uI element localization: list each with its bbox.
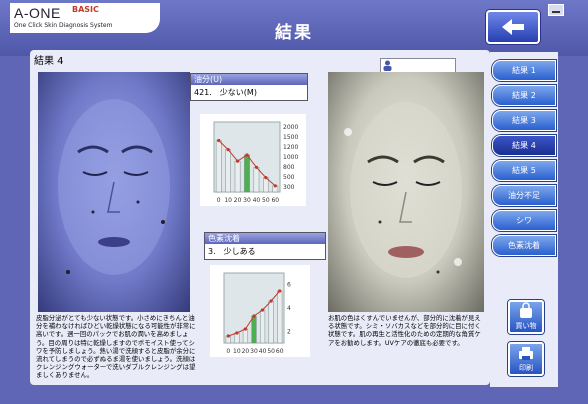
pigment-point [278, 289, 282, 293]
oil-x-tick: 0 [217, 197, 221, 204]
sidebar-item-8[interactable]: 色素沈着 [492, 235, 556, 256]
print-button[interactable]: 印刷 [508, 342, 544, 376]
pigment-y-tick: 6 [287, 282, 291, 289]
pigment-point [252, 314, 256, 318]
oil-point [226, 147, 230, 152]
oil-bar [234, 160, 241, 193]
pigment-point [269, 299, 273, 303]
oil-x-tick: 30 [243, 197, 251, 204]
minimize-button[interactable] [548, 4, 564, 16]
oil-bar [253, 167, 260, 193]
oil-description: 皮脂分泌がとても少ない状態です。小さめにきちんと油分を補わなければひどい乾燥状態… [36, 314, 196, 380]
pigment-chart: 0 10 20 30 40 50 60 2 4 6 [210, 265, 310, 357]
sidebar-item-7[interactable]: シワ [492, 210, 556, 231]
pigment-point [235, 331, 239, 335]
oil-x-tick: 20 [234, 197, 242, 204]
pigment-bar [259, 309, 266, 344]
arrow-left-icon [502, 19, 524, 35]
oil-header: 油分(U) [191, 74, 307, 85]
oil-chart-svg: 0 10 20 30 40 50 60 300 500 800 1000 1200 1500 2000 [213, 121, 298, 204]
pigment-x-tick: 50 [267, 348, 275, 355]
oil-y-tick: 800 [283, 164, 295, 171]
oil-point [264, 175, 268, 180]
pigment-x-tick: 60 [276, 348, 284, 355]
skin-image-uv [38, 72, 190, 312]
pigment-x-tick: 30 [250, 348, 258, 355]
oil-chart: 0 10 20 30 40 50 60 300 500 800 1000 1200 1500 2000 [200, 114, 306, 206]
pigment-description: お肌の色はくすんでいませんが、部分的に沈着が見える状態です。シミ・ソバカスなどを… [328, 314, 481, 347]
sidebar-item-1[interactable]: 結果 1 [492, 60, 556, 81]
pigment-bar [251, 315, 257, 344]
pigment-bar [242, 328, 249, 344]
pigment-header: 色素沈着 [205, 233, 325, 244]
pigment-chart-svg: 0 10 20 30 40 50 60 2 4 6 [223, 272, 291, 355]
pigment-y-tick: 4 [287, 305, 291, 312]
oil-y-tick: 1500 [283, 134, 298, 141]
buy-label: 買い物 [515, 322, 537, 330]
sidebar-item-6[interactable]: 油分不足 [492, 185, 556, 206]
sidebar: 結果 1 結果 2 結果 3 結果 4 結果 5 油分不足シワ色素沈着買い物印刷 [490, 52, 558, 387]
oil-y-tick: 500 [283, 174, 295, 181]
pigment-x-tick: 10 [233, 348, 241, 355]
pigment-point [226, 334, 230, 338]
oil-value: 421. 少ない(M) [194, 88, 257, 97]
pigment-point [260, 308, 265, 312]
oil-bar [215, 140, 222, 193]
shopping-bag-icon [520, 302, 532, 318]
pigment-x-tick: 40 [259, 348, 267, 355]
oil-x-tick: 40 [253, 197, 261, 204]
user-icon [383, 60, 392, 71]
result-label: 結果 4 [34, 56, 64, 67]
pigment-bar [277, 290, 283, 344]
oil-result-box: 油分(U) 421. 少ない(M) [190, 73, 308, 101]
oil-point [273, 184, 277, 188]
oil-y-tick: 2000 [283, 124, 298, 131]
oil-point [245, 153, 249, 157]
buy-button[interactable]: 買い物 [508, 300, 544, 334]
printer-icon [519, 347, 533, 360]
sidebar-item-4[interactable]: 結果 4 [492, 135, 556, 156]
logo-badge: BASIC [72, 5, 99, 14]
oil-x-tick: 10 [224, 197, 232, 204]
main-panel: 結果 4 油分(U) 421. 少ない(M) 0 10 20 30 40 50 60 300 5… [30, 50, 490, 385]
pigment-y-tick: 2 [287, 328, 291, 335]
oil-bar [225, 149, 231, 193]
oil-y-tick: 300 [283, 184, 295, 191]
pigment-value: 3. 少しある [208, 247, 256, 256]
pigment-point [243, 327, 248, 331]
oil-x-tick: 60 [271, 197, 279, 204]
back-button[interactable] [486, 10, 540, 44]
oil-point [235, 159, 240, 163]
skin-image-normal [328, 72, 484, 312]
pigment-x-tick: 0 [226, 348, 230, 355]
print-label: 印刷 [519, 364, 533, 372]
pigment-result-box: 色素沈着 3. 少しある [204, 232, 326, 260]
oil-y-tick: 1200 [283, 144, 298, 151]
oil-bar [244, 154, 250, 193]
sidebar-item-2[interactable]: 結果 2 [492, 85, 556, 106]
face-illustration-uv [58, 99, 170, 275]
oil-point [217, 138, 221, 143]
pigment-bar [268, 300, 274, 344]
oil-y-tick: 1000 [283, 154, 298, 161]
face-illustration-normal [344, 102, 462, 278]
pigment-x-tick: 20 [242, 348, 250, 355]
oil-point [254, 165, 259, 169]
sidebar-item-3[interactable]: 結果 3 [492, 110, 556, 131]
sidebar-item-5[interactable]: 結果 5 [492, 160, 556, 181]
oil-x-tick: 50 [262, 197, 270, 204]
